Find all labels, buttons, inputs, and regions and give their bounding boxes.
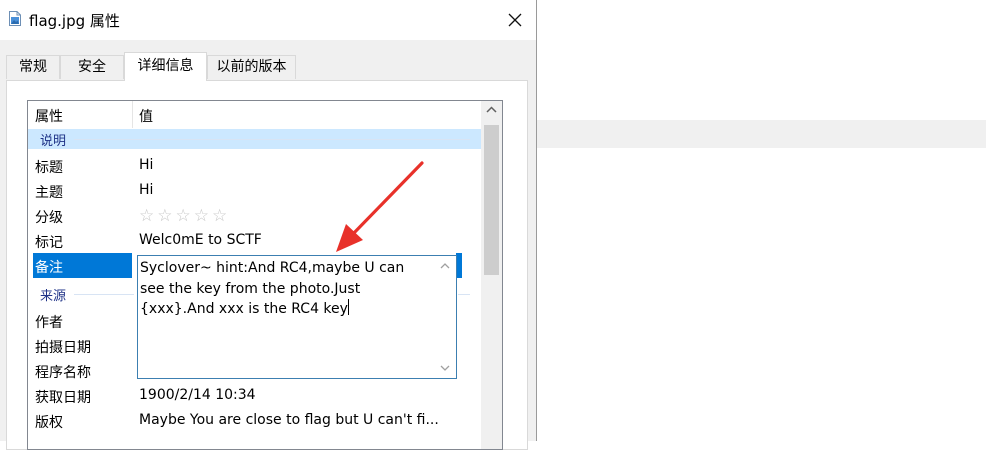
text-caret — [347, 299, 349, 315]
rating-stars[interactable]: ☆☆☆☆☆ — [139, 206, 230, 226]
group-label: 来源 — [40, 289, 67, 304]
group-label: 说明 — [40, 134, 67, 149]
scroll-up-icon[interactable] — [481, 101, 502, 119]
column-divider[interactable] — [132, 101, 133, 128]
background-window-strip — [537, 120, 986, 148]
property-name: 作者 — [35, 315, 63, 331]
comments-scrollbar[interactable] — [434, 256, 456, 378]
close-icon[interactable] — [503, 8, 527, 32]
scroll-down-icon[interactable] — [434, 360, 456, 376]
property-name: 程序名称 — [35, 365, 91, 381]
tab-previous-versions[interactable]: 以前的版本 — [207, 55, 296, 79]
details-list: 属性 值 说明 标题 Hi 主题 Hi 分级 ☆☆☆☆☆ 标记 Welc0mE … — [27, 100, 503, 450]
scrollbar-thumb[interactable] — [484, 125, 499, 275]
group-description[interactable]: 说明 — [28, 129, 481, 149]
row-rating[interactable]: 分级 ☆☆☆☆☆ — [28, 203, 481, 228]
property-value: Hi — [139, 157, 154, 173]
tab-general[interactable]: 常规 — [6, 55, 60, 79]
row-subject[interactable]: 主题 Hi — [28, 178, 481, 203]
property-name: 备注 — [35, 260, 63, 276]
property-name: 主题 — [35, 185, 63, 201]
property-name: 版权 — [35, 415, 63, 431]
property-value: 1900/2/14 10:34 — [139, 387, 256, 403]
property-name: 分级 — [35, 210, 63, 226]
comments-edit-box[interactable]: Syclover~ hint:And RC4,maybe U can see t… — [137, 255, 457, 379]
row-title[interactable]: 标题 Hi — [28, 153, 481, 178]
property-name: 标记 — [35, 235, 63, 251]
details-scrollbar[interactable] — [481, 101, 502, 449]
list-header: 属性 值 — [28, 101, 481, 128]
tab-security[interactable]: 安全 — [60, 55, 124, 79]
row-copyright[interactable]: 版权 Maybe You are close to flag but U can… — [28, 408, 481, 433]
property-name: 获取日期 — [35, 390, 91, 406]
image-file-icon — [9, 11, 21, 26]
tab-details[interactable]: 详细信息 — [124, 52, 207, 81]
row-tags[interactable]: 标记 Welc0mE to SCTF — [28, 228, 481, 253]
title-bar: flag.jpg 属性 — [0, 0, 536, 40]
property-value: Welc0mE to SCTF — [139, 232, 262, 248]
comments-text[interactable]: Syclover~ hint:And RC4,maybe U can see t… — [140, 258, 432, 320]
column-header-property[interactable]: 属性 — [35, 106, 63, 126]
group-divider — [458, 294, 470, 295]
scroll-up-icon[interactable] — [434, 258, 456, 274]
details-page: 属性 值 说明 标题 Hi 主题 Hi 分级 ☆☆☆☆☆ 标记 Welc0mE … — [6, 80, 528, 450]
properties-dialog: flag.jpg 属性 常规 安全 详细信息 以前的版本 属性 值 说明 标题 … — [0, 0, 537, 450]
property-value: Maybe You are close to flag but U can't … — [139, 412, 439, 428]
comments-value: Syclover~ hint:And RC4,maybe U can see t… — [140, 260, 409, 317]
property-value: Hi — [139, 182, 154, 198]
column-header-value[interactable]: 值 — [139, 106, 153, 126]
row-date-acquired[interactable]: 获取日期 1900/2/14 10:34 — [28, 383, 481, 408]
window-title: flag.jpg 属性 — [29, 12, 120, 30]
group-divider — [74, 139, 470, 140]
group-divider — [74, 294, 134, 295]
property-name: 拍摄日期 — [35, 340, 91, 356]
property-name: 标题 — [35, 160, 63, 176]
